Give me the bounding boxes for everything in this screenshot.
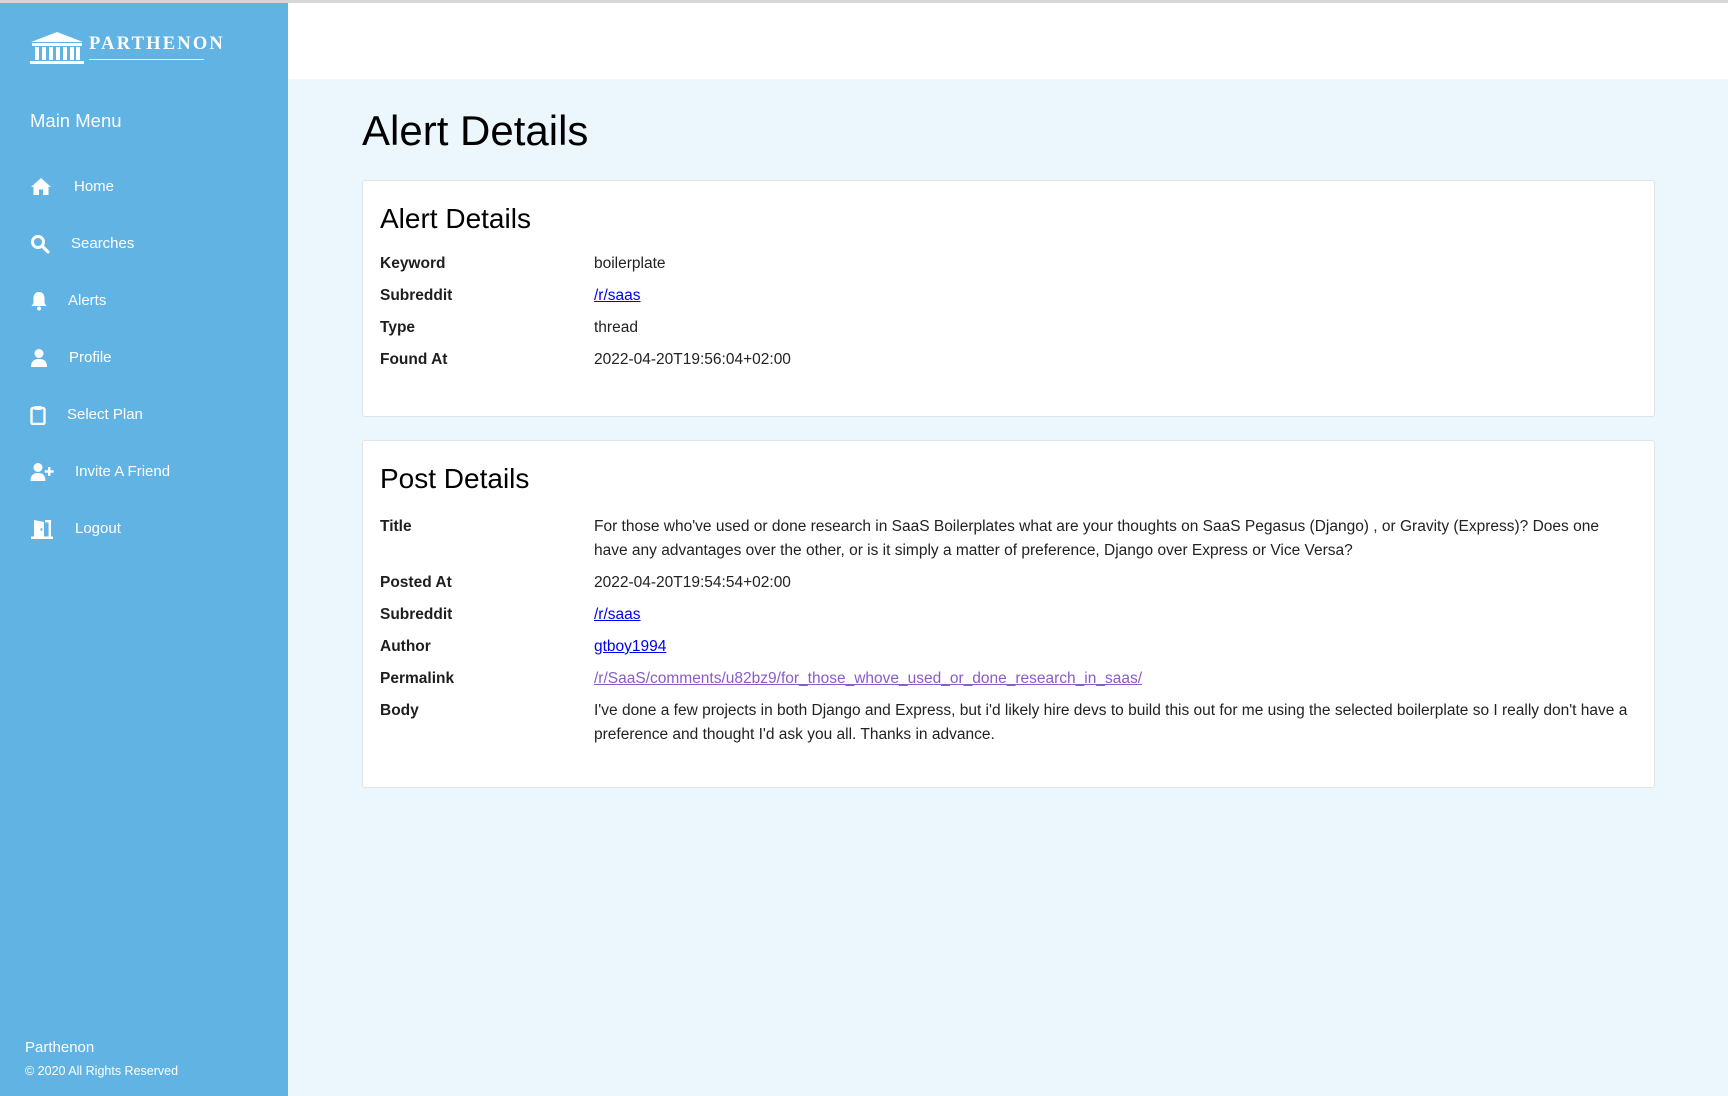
main-nav: Home Searches Alerts Profile Select Plan xyxy=(30,158,170,557)
detail-row-found-at: Found At 2022-04-20T19:56:04+02:00 xyxy=(380,348,1634,372)
post-details-card: Post Details Title For those who've used… xyxy=(362,440,1655,788)
search-icon xyxy=(30,232,54,256)
sidebar-item-select-plan[interactable]: Select Plan xyxy=(30,386,170,443)
detail-label: Subreddit xyxy=(380,287,453,304)
alert-details-card: Alert Details Keyword boilerplate Subred… xyxy=(362,180,1655,417)
detail-label: Type xyxy=(380,319,416,336)
detail-row-keyword: Keyword boilerplate xyxy=(380,252,1634,276)
detail-row-title: Title For those who've used or done rese… xyxy=(380,515,1634,563)
footer-copyright: © 2020 All Rights Reserved xyxy=(25,1064,179,1078)
detail-row-subreddit: Subreddit /r/saas xyxy=(380,284,1634,308)
keyword-value: boilerplate xyxy=(594,255,666,272)
detail-label: Body xyxy=(380,702,419,719)
post-details-heading: Post Details xyxy=(380,463,530,494)
parthenon-logo[interactable]: PARTHENON xyxy=(29,31,225,65)
user-plus-icon xyxy=(30,460,54,484)
detail-label: Keyword xyxy=(380,255,446,272)
permalink-link[interactable]: /r/SaaS/comments/u82bz9/for_those_whove_… xyxy=(594,670,1142,687)
found-at-value: 2022-04-20T19:56:04+02:00 xyxy=(594,351,791,368)
sidebar-item-label: Select Plan xyxy=(67,406,143,423)
temple-icon xyxy=(30,32,84,64)
sidebar-item-label: Invite A Friend xyxy=(75,463,171,480)
main-menu-title: Main Menu xyxy=(30,110,122,131)
sidebar: PARTHENON Main Menu Home Searches Alerts xyxy=(0,3,288,1096)
detail-row-posted-at: Posted At 2022-04-20T19:54:54+02:00 xyxy=(380,571,1634,595)
type-value: thread xyxy=(594,319,638,336)
page-title: Alert Details xyxy=(362,107,589,154)
sidebar-item-label: Profile xyxy=(69,349,112,366)
post-body-value: I've done a few projects in both Django … xyxy=(594,702,1628,743)
detail-label: Permalink xyxy=(380,670,455,687)
detail-label: Title xyxy=(380,518,412,535)
clipboard-icon xyxy=(30,403,54,427)
sidebar-item-searches[interactable]: Searches xyxy=(30,215,170,272)
detail-row-type: Type thread xyxy=(380,316,1634,340)
detail-label: Author xyxy=(380,638,431,655)
alert-details-heading: Alert Details xyxy=(380,203,531,234)
logo-wordmark: PARTHENON xyxy=(89,34,225,54)
door-exit-icon xyxy=(30,517,54,541)
top-header-bar xyxy=(288,3,1728,79)
posted-at-value: 2022-04-20T19:54:54+02:00 xyxy=(594,574,791,591)
author-link[interactable]: gtboy1994 xyxy=(594,638,666,655)
subreddit-link[interactable]: /r/saas xyxy=(594,287,641,304)
alert-details-list: Keyword boilerplate Subreddit /r/saas Ty… xyxy=(380,252,1634,380)
post-title-value: For those who've used or done research i… xyxy=(594,518,1599,559)
sidebar-item-profile[interactable]: Profile xyxy=(30,329,170,386)
detail-row-subreddit: Subreddit /r/saas xyxy=(380,603,1634,627)
sidebar-item-invite-friend[interactable]: Invite A Friend xyxy=(30,443,170,500)
detail-label: Posted At xyxy=(380,574,452,591)
detail-label: Found At xyxy=(380,351,448,368)
detail-row-permalink: Permalink /r/SaaS/comments/u82bz9/for_th… xyxy=(380,667,1634,691)
sidebar-item-label: Searches xyxy=(71,235,135,252)
sidebar-item-label: Logout xyxy=(75,520,121,537)
logo-underline xyxy=(89,59,204,60)
home-icon xyxy=(30,175,54,199)
sidebar-item-label: Alerts xyxy=(68,292,107,309)
post-details-list: Title For those who've used or done rese… xyxy=(380,515,1634,755)
footer-brand: Parthenon xyxy=(25,1039,95,1056)
user-icon xyxy=(30,346,54,370)
detail-label: Subreddit xyxy=(380,606,453,623)
subreddit-link[interactable]: /r/saas xyxy=(594,606,641,623)
sidebar-item-home[interactable]: Home xyxy=(30,158,170,215)
sidebar-item-label: Home xyxy=(74,178,115,195)
sidebar-item-alerts[interactable]: Alerts xyxy=(30,272,170,329)
bell-icon xyxy=(30,289,54,313)
detail-row-author: Author gtboy1994 xyxy=(380,635,1634,659)
detail-row-body: Body I've done a few projects in both Dj… xyxy=(380,699,1634,747)
sidebar-item-logout[interactable]: Logout xyxy=(30,500,170,557)
